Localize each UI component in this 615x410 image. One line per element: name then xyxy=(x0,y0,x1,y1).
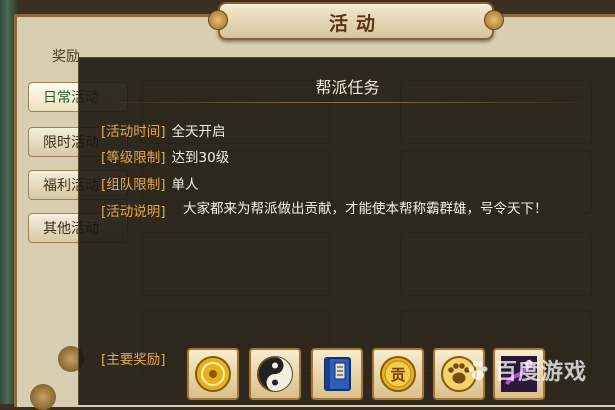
desc-text: 大家都来为帮派做出贡献，才能使本帮称霸群雄，号令天下！ xyxy=(183,201,548,217)
reward-slot-gold-coin[interactable] xyxy=(187,348,239,400)
gold-coin-icon xyxy=(195,356,231,392)
watermark-text: 百度游戏 xyxy=(495,360,588,385)
info-row-level: [等级限制] 达到30级 xyxy=(101,146,229,166)
info-row-time: [活动时间] 全天开启 xyxy=(101,120,226,140)
value-time: 全天开启 xyxy=(171,124,226,140)
label-time: [活动时间] xyxy=(101,124,166,140)
yin-yang-icon xyxy=(257,356,293,392)
reward-slot-yin-yang[interactable] xyxy=(249,348,301,400)
activity-detail-popup: 帮派任务 [活动时间] 全天开启 [等级限制] 达到30级 [组队限制] 单人 [活动… xyxy=(78,57,615,405)
reward-slot-contribution[interactable]: 贡 xyxy=(372,348,424,400)
label-level: [等级限制] xyxy=(101,150,166,166)
bottom-menu-icon[interactable] xyxy=(30,384,56,410)
rewards-label: [主要奖励] xyxy=(101,352,166,368)
baidu-paw-icon xyxy=(468,361,488,380)
reward-slot-book[interactable] xyxy=(311,348,363,400)
value-level: 达到30级 xyxy=(171,150,230,166)
watermark: 百度游戏 xyxy=(465,354,587,386)
info-row-desc: [活动说明] xyxy=(101,200,166,220)
popup-title: 帮派任务 xyxy=(315,78,380,97)
title-divider xyxy=(99,102,596,103)
contribution-glyph: 贡 xyxy=(390,366,405,384)
label-desc: [活动说明] xyxy=(101,204,166,220)
info-row-team: [组队限制] 单人 xyxy=(101,173,199,193)
blue-book-icon xyxy=(324,357,351,391)
plaque-cap-right xyxy=(484,10,504,30)
label-team: [组队限制] xyxy=(101,177,166,193)
value-team: 单人 xyxy=(171,177,199,193)
reward-header: 奖励 xyxy=(52,49,80,65)
window-title-plaque: 活动 xyxy=(208,2,504,40)
window-title: 活动 xyxy=(328,13,383,35)
contribution-coin-icon: 贡 xyxy=(380,356,416,392)
